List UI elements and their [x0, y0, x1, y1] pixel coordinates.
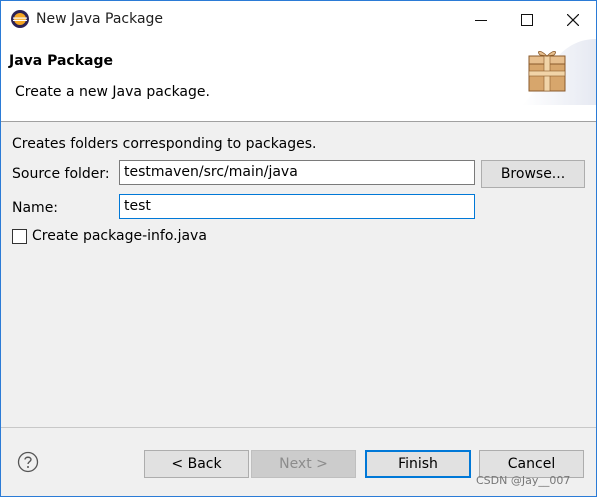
finish-button[interactable]: Finish	[365, 450, 471, 478]
name-label: Name:	[12, 200, 59, 216]
header-banner: Java Package Create a new Java package.	[1, 39, 596, 122]
source-folder-input[interactable]: testmaven/src/main/java	[119, 160, 475, 185]
title-bar: New Java Package	[1, 1, 596, 39]
minimize-button[interactable]	[458, 1, 504, 39]
form-description: Creates folders corresponding to package…	[12, 136, 317, 152]
minimize-icon	[475, 20, 487, 21]
package-info-checkbox[interactable]	[12, 229, 27, 244]
help-icon[interactable]	[17, 451, 39, 473]
name-input[interactable]: test	[119, 194, 475, 219]
window-title: New Java Package	[36, 11, 164, 27]
browse-button[interactable]: Browse...	[481, 160, 585, 188]
watermark: CSDN @Jay__007	[476, 474, 571, 487]
next-button[interactable]: Next >	[251, 450, 356, 478]
footer-divider	[1, 427, 596, 428]
maximize-button[interactable]	[504, 1, 550, 39]
page-description: Create a new Java package.	[15, 84, 210, 100]
package-info-label: Create package-info.java	[32, 228, 207, 244]
close-icon	[567, 14, 579, 26]
eclipse-app-icon	[10, 9, 30, 29]
page-title: Java Package	[9, 53, 114, 69]
maximize-icon	[521, 14, 533, 26]
close-button[interactable]	[550, 1, 596, 39]
source-folder-label: Source folder:	[12, 166, 110, 182]
package-banner-icon	[522, 39, 596, 105]
new-java-package-dialog: New Java Package Java Package Create a n…	[0, 0, 597, 497]
back-button[interactable]: < Back	[144, 450, 249, 478]
